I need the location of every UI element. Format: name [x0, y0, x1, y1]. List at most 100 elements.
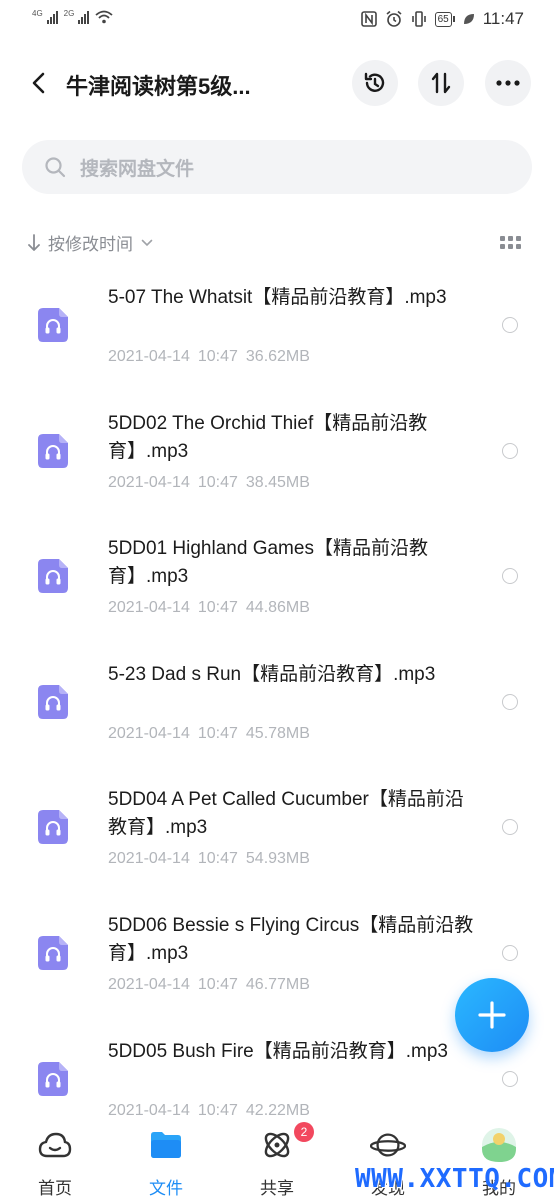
header: 牛津阅读树第5级... [0, 55, 554, 115]
file-meta: 2021-04-14 10:47 38.45MB [108, 474, 310, 492]
signal-icon [46, 11, 58, 24]
file-row[interactable]: 5DD04 A Pet Called Cucumber【精品前沿教育】.mp3 … [0, 772, 554, 897]
sort-selector[interactable]: 按修改时间 [28, 230, 153, 255]
status-bar: 4G 2G 65 11:47 [0, 0, 554, 40]
file-row[interactable]: 5-07 The Whatsit【精品前沿教育】.mp3 2021-04-14 1… [0, 270, 554, 395]
chevron-down-icon [141, 239, 153, 246]
grid-view-icon[interactable] [500, 235, 522, 251]
search-input[interactable]: 搜索网盘文件 [22, 140, 532, 194]
file-size: 46.77MB [245, 976, 310, 993]
nav-item-home[interactable]: 首页 [10, 1128, 100, 1200]
nav-label-share: 共享 [260, 1179, 294, 1198]
nav-item-share[interactable]: 2 共享 [232, 1122, 322, 1200]
more-dots-icon [496, 80, 520, 86]
file-time: 10:47 [197, 599, 238, 617]
nfc-icon [360, 11, 377, 27]
network-label-2: 2G [63, 9, 75, 18]
chevron-left-icon [32, 72, 45, 94]
search-placeholder: 搜索网盘文件 [80, 158, 195, 180]
file-meta: 2021-04-14 10:47 42.22MB [108, 1102, 310, 1120]
vibrate-icon [411, 11, 426, 27]
audio-file-icon [38, 559, 68, 594]
leaf-icon [463, 14, 474, 24]
file-time: 10:47 [197, 473, 238, 491]
file-date: 2021-04-14 [108, 724, 190, 742]
back-button[interactable] [22, 67, 54, 99]
file-date: 2021-04-14 [108, 1101, 190, 1119]
add-button[interactable] [455, 978, 529, 1052]
nav-item-files[interactable]: 文件 [121, 1128, 211, 1200]
file-meta: 2021-04-14 10:47 46.77MB [108, 976, 310, 994]
file-size: 45.78MB [245, 724, 310, 742]
avatar [481, 1128, 517, 1162]
audio-file-icon [38, 936, 68, 970]
history-icon [364, 72, 385, 92]
file-size: 44.86MB [245, 599, 310, 617]
more-button[interactable] [485, 60, 531, 106]
audio-file-icon [38, 308, 68, 342]
file-size: 54.93MB [245, 850, 310, 868]
history-button[interactable] [352, 60, 398, 106]
battery-level: 65 [434, 11, 452, 27]
file-date: 2021-04-14 [108, 599, 190, 617]
file-time: 10:47 [197, 1101, 238, 1119]
file-time: 10:47 [197, 348, 238, 365]
file-date: 2021-04-14 [108, 976, 190, 993]
sort-label: 按修改时间 [48, 235, 133, 254]
file-size: 42.22MB [245, 1101, 310, 1119]
audio-file-icon [38, 433, 68, 468]
network-label-1: 4G [32, 9, 43, 18]
file-size: 38.45MB [245, 473, 310, 491]
file-name: 5DD06 Bessie s Flying Circus【精品前沿教育】.mp3 [108, 915, 474, 964]
file-name: 5DD01 Highland Games【精品前沿教育】.mp3 [108, 538, 428, 588]
plus-icon [478, 1001, 506, 1029]
share-badge: 2 [294, 1122, 314, 1142]
file-size: 36.62MB [245, 348, 310, 365]
select-checkbox[interactable] [502, 945, 518, 961]
file-time: 10:47 [197, 724, 238, 742]
select-checkbox[interactable] [502, 1070, 518, 1087]
wifi-icon [95, 10, 113, 24]
page-title: 牛津阅读树第5级... [66, 74, 251, 99]
file-row[interactable]: 5DD02 The Orchid Thief【精品前沿教育】.mp3 2021-… [0, 396, 554, 521]
file-meta: 2021-04-14 10:47 54.93MB [108, 850, 310, 868]
sort-arrows-icon [431, 72, 451, 94]
file-time: 10:47 [197, 976, 238, 993]
cloud-icon [37, 1128, 73, 1162]
file-time: 10:47 [197, 850, 238, 868]
select-checkbox[interactable] [502, 442, 518, 459]
file-row[interactable]: 5-23 Dad s Run【精品前沿教育】.mp3 2021-04-14 10:… [0, 647, 554, 772]
file-row[interactable]: 5DD01 Highland Games【精品前沿教育】.mp3 2021-04… [0, 521, 554, 646]
alarm-icon [386, 10, 402, 27]
file-meta: 2021-04-14 10:47 44.86MB [108, 599, 310, 617]
search-icon [44, 156, 66, 178]
audio-file-icon [38, 810, 68, 845]
arrow-down-icon [28, 233, 40, 251]
file-name: 5DD05 Bush Fire【精品前沿教育】.mp3 [108, 1040, 448, 1062]
file-meta: 2021-04-14 10:47 45.78MB [108, 725, 310, 743]
signal-icon [78, 11, 90, 24]
audio-file-icon [38, 684, 68, 719]
select-checkbox[interactable] [502, 317, 518, 333]
file-meta: 2021-04-14 10:47 36.62MB [108, 348, 310, 366]
folder-icon [148, 1128, 184, 1162]
status-time: 11:47 [482, 9, 524, 28]
watermark: WWW.XXTTQ.COM [355, 1164, 554, 1194]
select-checkbox[interactable] [502, 819, 518, 836]
sort-button[interactable] [418, 60, 464, 106]
select-checkbox[interactable] [502, 693, 518, 710]
file-name: 5-23 Dad s Run【精品前沿教育】.mp3 [108, 663, 436, 685]
file-name: 5-07 The Whatsit【精品前沿教育】.mp3 [108, 287, 447, 308]
file-date: 2021-04-14 [108, 850, 190, 868]
battery-icon: 65 [434, 11, 455, 27]
planet-icon [370, 1128, 406, 1162]
select-checkbox[interactable] [502, 568, 518, 585]
audio-file-icon [38, 1061, 68, 1096]
file-name: 5DD02 The Orchid Thief【精品前沿教育】.mp3 [108, 412, 428, 462]
share-orbit-icon [259, 1128, 295, 1162]
file-date: 2021-04-14 [108, 473, 190, 491]
nav-label-files: 文件 [149, 1179, 183, 1198]
file-date: 2021-04-14 [108, 348, 190, 365]
file-name: 5DD04 A Pet Called Cucumber【精品前沿教育】.mp3 [108, 789, 464, 839]
nav-label-home: 首页 [38, 1179, 72, 1198]
